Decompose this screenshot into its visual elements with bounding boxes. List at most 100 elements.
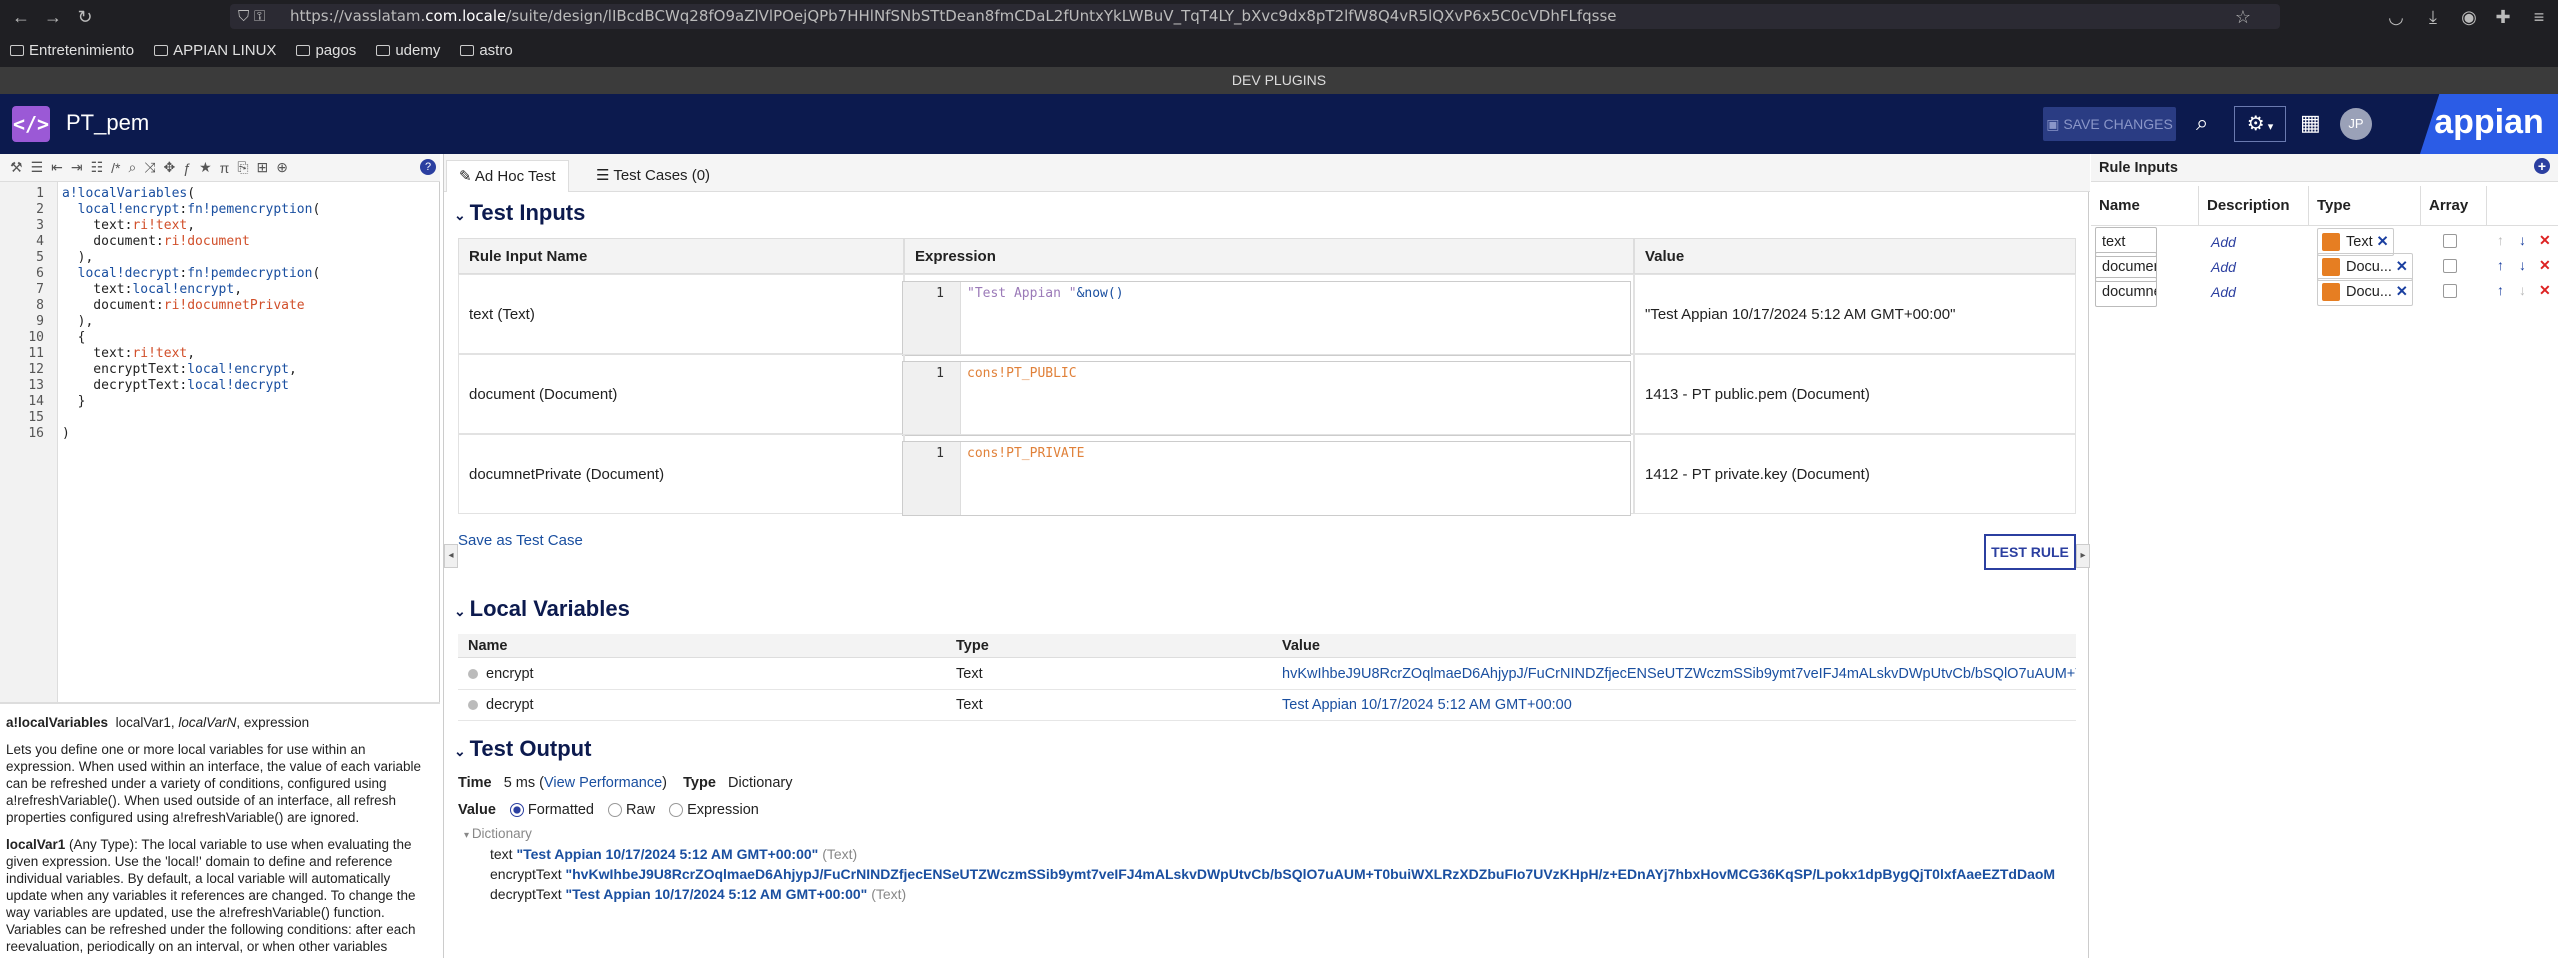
type-icon [2322, 283, 2340, 301]
array-checkbox[interactable] [2443, 284, 2457, 298]
add-description-link[interactable]: Add [2211, 284, 2236, 300]
lv-value-link[interactable]: hvKwIhbeJ9U8RcrZOqlmaeD6AhjypJ/FuCrNINDZ… [1272, 659, 2076, 690]
rule-input-name-field[interactable]: documnetPri [2095, 277, 2157, 307]
code-text: ) [62, 426, 70, 441]
save-as-test-case-link[interactable]: Save as Test Case [458, 532, 583, 549]
local-variables-title[interactable]: ⌄ Local Variables [454, 596, 630, 622]
function-icon[interactable]: ƒ [183, 160, 191, 176]
indent-icon[interactable]: ⇥ [71, 159, 83, 176]
bookmark-folder[interactable]: APPIAN LINUX [154, 42, 276, 59]
bookmark-folder[interactable]: udemy [376, 42, 440, 59]
reload-icon[interactable]: ↻ [74, 6, 96, 28]
remove-type-icon[interactable]: ✕ [2396, 279, 2408, 305]
bookmark-folder[interactable]: astro [460, 42, 513, 59]
test-rule-button[interactable]: TEST RULE [1984, 534, 2076, 570]
code-line[interactable]: 11 text:ri!text, [0, 346, 440, 362]
code-line[interactable]: 8 document:ri!documnetPrivate [0, 298, 440, 314]
address-bar[interactable]: ⛉ ⚿ https://vasslatam.com.locale/suite/d… [230, 4, 2280, 29]
move-up-icon[interactable]: ↑ [2497, 232, 2504, 248]
radio-raw[interactable] [608, 803, 623, 818]
remove-type-icon[interactable]: ✕ [2396, 254, 2408, 280]
app-grid-icon[interactable]: ▦ [2300, 110, 2321, 136]
code-line[interactable]: 16) [0, 426, 440, 442]
code-line[interactable]: 5 ), [0, 250, 440, 266]
list-icon[interactable]: ☷ [91, 159, 104, 176]
help-icon[interactable]: ? [420, 159, 436, 175]
move-up-icon[interactable]: ↑ [2497, 257, 2504, 273]
add-description-link[interactable]: Add [2211, 259, 2236, 275]
collapse-left-icon[interactable]: ◂ [444, 544, 458, 568]
code-line[interactable]: 9 ), [0, 314, 440, 330]
add-description-link[interactable]: Add [2211, 234, 2236, 250]
forward-icon[interactable]: → [42, 6, 64, 28]
code-line[interactable]: 4 document:ri!document [0, 234, 440, 250]
move-down-icon[interactable]: ↓ [2519, 282, 2526, 298]
shield-icon[interactable]: ⛉ ⚿ [238, 4, 265, 29]
add-rule-input-icon[interactable]: + [2534, 158, 2550, 174]
expression-input-text[interactable]: 1 "Test Appian "&now() [902, 281, 1631, 356]
test-output-title[interactable]: ⌄ Test Output [454, 736, 591, 762]
tab-ad-hoc-test[interactable]: ✎ Ad Hoc Test [446, 160, 569, 192]
delete-rule-input-icon[interactable]: ✕ [2539, 257, 2551, 274]
radio-formatted[interactable] [509, 803, 524, 818]
doc-param-desc: (Any Type): The local variable to use wh… [6, 837, 416, 958]
move-down-icon[interactable]: ↓ [2519, 232, 2526, 248]
globe-icon[interactable]: ⊕ [276, 159, 288, 176]
pocket-icon[interactable]: ◡ [2385, 6, 2407, 28]
view-performance-link[interactable]: View Performance [544, 775, 662, 791]
bookmark-folder[interactable]: pagos [296, 42, 356, 59]
test-inputs-title[interactable]: ⌄ Test Inputs [454, 200, 585, 226]
line-number: 11 [28, 346, 44, 361]
code-line[interactable]: 13 decryptText:local!decrypt [0, 378, 440, 394]
code-line[interactable]: 2 local!encrypt:fn!pemencryption( [0, 202, 440, 218]
replace-icon[interactable]: ⤨ [144, 159, 155, 176]
download-icon[interactable]: ⤓ [2422, 6, 2444, 28]
comment-icon[interactable]: /* [111, 160, 120, 176]
pi-icon[interactable]: π [220, 160, 230, 176]
delete-rule-input-icon[interactable]: ✕ [2539, 282, 2551, 299]
delete-rule-input-icon[interactable]: ✕ [2539, 232, 2551, 249]
rule-input-type[interactable]: Docu... ✕ [2317, 253, 2413, 281]
code-line[interactable]: 7 text:local!encrypt, [0, 282, 440, 298]
array-checkbox[interactable] [2443, 234, 2457, 248]
expression-input-documnetprivate[interactable]: 1 cons!PT_PRIVATE [902, 441, 1631, 516]
favorite-icon[interactable]: ★ [199, 159, 212, 176]
expression-editor[interactable]: 1 a!localVariables(2 local!encrypt:fn!pem… [0, 182, 440, 702]
lv-value-link[interactable]: Test Appian 10/17/2024 5:12 AM GMT+00:00 [1272, 690, 2076, 721]
indent-left-icon[interactable]: ☰ [31, 159, 44, 176]
radio-expression[interactable] [669, 803, 684, 818]
bookmark-folder[interactable]: Entretenimiento [10, 42, 134, 59]
collapse-right-icon[interactable]: ▸ [2076, 544, 2090, 568]
code-line[interactable]: 15 [0, 410, 440, 426]
insert-icon[interactable]: ⎘ [237, 159, 248, 176]
expand-icon[interactable]: ✥ [164, 159, 176, 176]
code-line[interactable]: 10 { [0, 330, 440, 346]
avatar[interactable]: JP [2340, 108, 2372, 140]
menu-icon[interactable]: ≡ [2528, 6, 2550, 28]
expression-input-document[interactable]: 1 cons!PT_PUBLIC [902, 361, 1631, 436]
bookmark-star-icon[interactable]: ☆ [2232, 6, 2254, 28]
code-line[interactable]: 3 text:ri!text, [0, 218, 440, 234]
code-line[interactable]: 6 local!decrypt:fn!pemdecryption( [0, 266, 440, 282]
account-icon[interactable]: ◉ [2458, 6, 2480, 28]
code-line[interactable]: 14 } [0, 394, 440, 410]
output-tree-root[interactable]: ▾ Dictionary [464, 826, 532, 841]
find-icon[interactable]: ⌕ [129, 159, 137, 176]
remove-type-icon[interactable]: ✕ [2376, 229, 2388, 255]
rule-input-type[interactable]: Text ✕ [2317, 228, 2394, 256]
code-line[interactable]: 1 a!localVariables( [0, 186, 440, 202]
outdent-icon[interactable]: ⇤ [51, 159, 63, 176]
grid-icon[interactable]: ⊞ [257, 159, 269, 176]
save-changes-button[interactable]: ▣ SAVE CHANGES [2043, 107, 2176, 141]
format-icon[interactable]: ⚒ [10, 159, 23, 176]
extensions-icon[interactable]: ✚ [2492, 6, 2514, 28]
move-up-icon[interactable]: ↑ [2497, 282, 2504, 298]
move-down-icon[interactable]: ↓ [2519, 257, 2526, 273]
code-line[interactable]: 12 encryptText:local!encrypt, [0, 362, 440, 378]
search-icon[interactable]: ⌕ [2196, 110, 2208, 136]
settings-menu-button[interactable]: ⚙ ▾ [2234, 106, 2286, 142]
rule-input-type[interactable]: Docu... ✕ [2317, 278, 2413, 306]
back-icon[interactable]: ← [10, 6, 32, 28]
tab-test-cases[interactable]: ☰ Test Cases (0) [584, 160, 722, 192]
array-checkbox[interactable] [2443, 259, 2457, 273]
